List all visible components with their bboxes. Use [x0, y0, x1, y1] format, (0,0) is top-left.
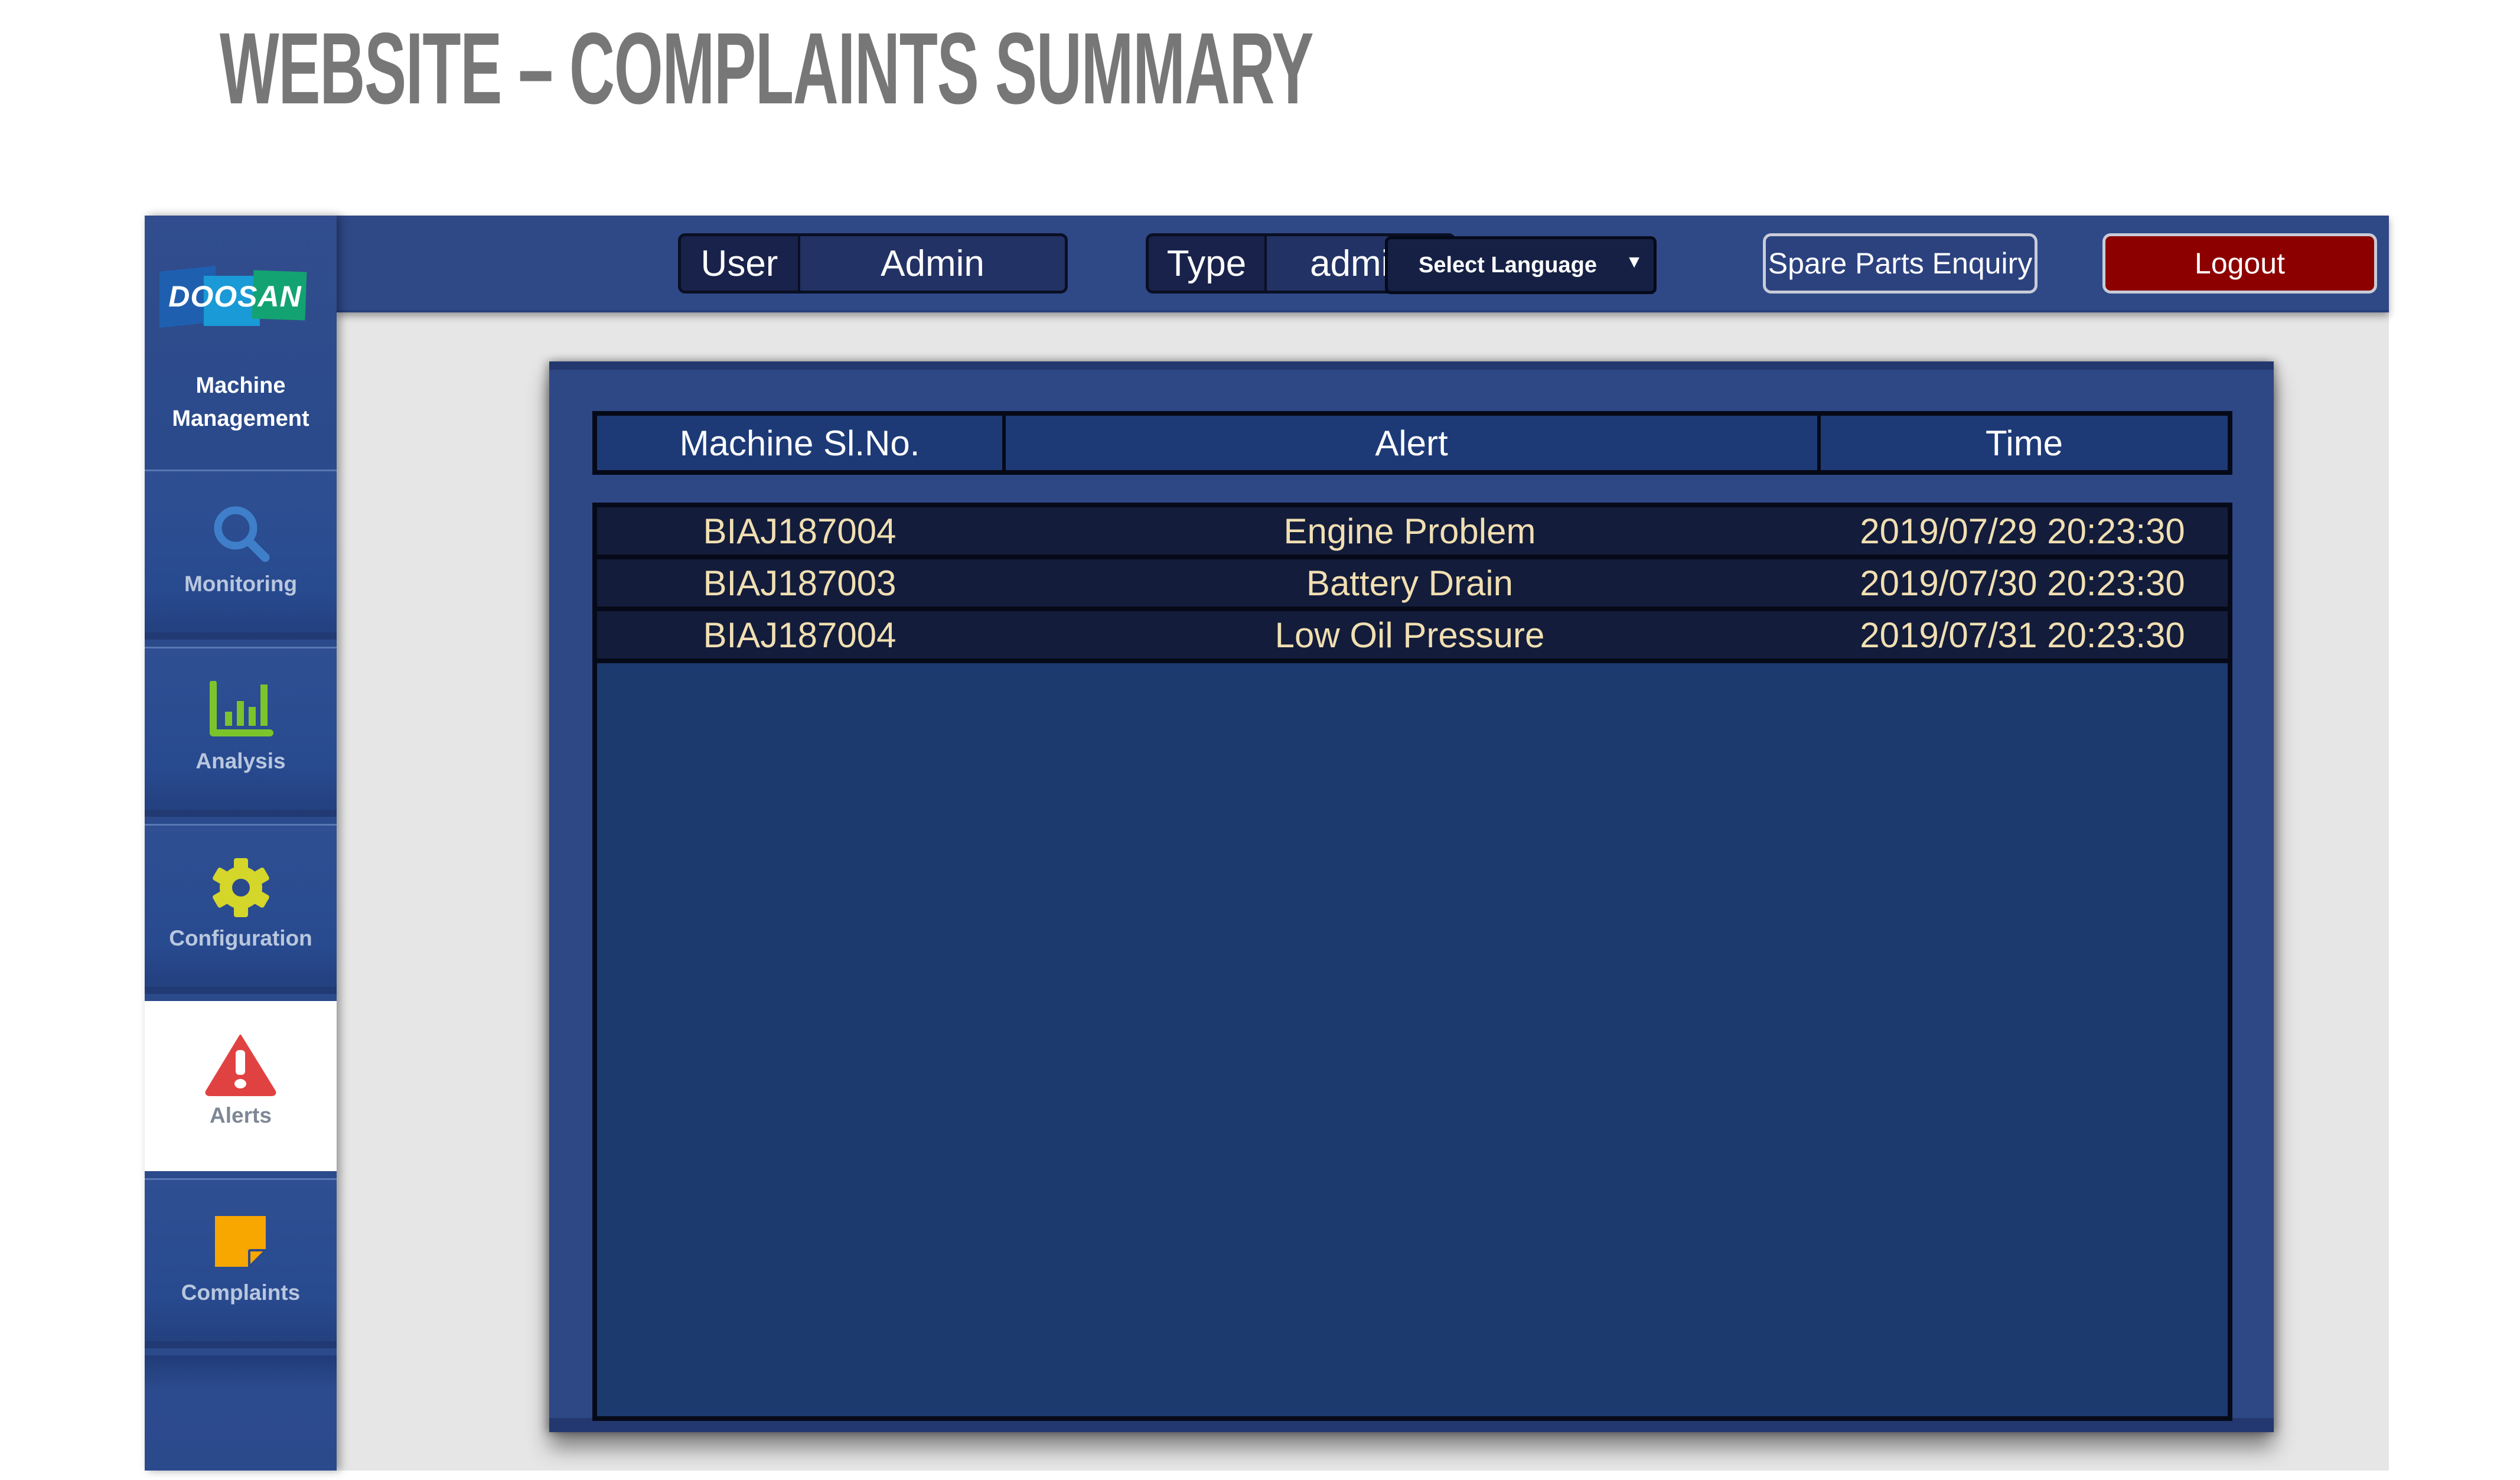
column-header-time[interactable]: Time [1821, 416, 2228, 470]
column-header-machine[interactable]: Machine Sl.No. [597, 416, 1006, 470]
slide-title: WEBSITE – COMPLAINTS SUMMARY [220, 12, 1314, 125]
sidebar: DOOSAN Machine Management Monitoring Ana… [145, 216, 337, 1471]
user-field: User Admin [678, 233, 1068, 294]
column-header-alert[interactable]: Alert [1006, 416, 1821, 470]
cell-alert: Engine Problem [1283, 511, 1536, 551]
warning-triangle-icon [145, 1032, 337, 1097]
bar-chart-icon [145, 678, 337, 743]
table-body: BIAJ187004 Engine Problem 2019/07/29 20:… [592, 503, 2232, 1421]
table-header: Machine Sl.No. Alert Time [592, 411, 2232, 475]
spare-parts-enquiry-button[interactable]: Spare Parts Enquiry [1763, 233, 2037, 294]
cell-machine: BIAJ187004 [703, 615, 896, 655]
sidebar-item-label: Complaints [181, 1280, 301, 1305]
language-select[interactable]: Select Language ▼ [1385, 236, 1657, 294]
cell-machine: BIAJ187003 [703, 563, 896, 603]
type-label: Type [1149, 236, 1267, 291]
sidebar-header-label: Machine Management [172, 373, 309, 431]
sidebar-item-monitoring[interactable]: Monitoring [145, 470, 337, 640]
app-window: DOOSAN Machine Management Monitoring Ana… [145, 216, 2389, 1471]
cell-machine: BIAJ187004 [703, 511, 896, 551]
language-select-value: Select Language [1419, 252, 1597, 278]
table-row[interactable]: BIAJ187003 Battery Drain 2019/07/30 20:2… [597, 555, 2228, 607]
cell-alert: Low Oil Pressure [1274, 615, 1545, 655]
gear-icon [145, 855, 337, 920]
table-row[interactable]: BIAJ187004 Low Oil Pressure 2019/07/31 2… [597, 607, 2228, 663]
alerts-panel: Machine Sl.No. Alert Time BIAJ187004 Eng… [549, 361, 2274, 1432]
sidebar-item-label: Analysis [195, 749, 286, 773]
user-label: User [681, 236, 800, 291]
top-bar: User Admin Type admin Select Language ▼ … [337, 216, 2389, 312]
logout-button[interactable]: Logout [2102, 233, 2377, 294]
sidebar-item-label: Alerts [210, 1103, 272, 1127]
sidebar-item-complaints[interactable]: Complaints [145, 1178, 337, 1348]
sidebar-item-label: Configuration [169, 926, 312, 950]
cell-time: 2019/07/29 20:23:30 [1860, 511, 2185, 551]
cell-time: 2019/07/30 20:23:30 [1860, 563, 2185, 603]
sidebar-item-analysis[interactable]: Analysis [145, 647, 337, 817]
doosan-logo: DOOSAN [154, 263, 313, 328]
cell-time: 2019/07/31 20:23:30 [1860, 615, 2185, 655]
sidebar-item-label: Monitoring [184, 572, 298, 596]
sidebar-item-alerts[interactable]: Alerts [145, 1001, 337, 1171]
sidebar-item-machine-management[interactable]: DOOSAN Machine Management [145, 216, 337, 471]
table-row[interactable]: BIAJ187004 Engine Problem 2019/07/29 20:… [597, 503, 2228, 555]
sticky-note-icon [145, 1210, 337, 1274]
search-icon [145, 501, 337, 566]
dropdown-arrow-icon: ▼ [1625, 252, 1643, 272]
cell-alert: Battery Drain [1306, 563, 1514, 603]
sidebar-filler [145, 1355, 337, 1471]
sidebar-item-configuration[interactable]: Configuration [145, 824, 337, 994]
user-value: Admin [800, 236, 1065, 291]
